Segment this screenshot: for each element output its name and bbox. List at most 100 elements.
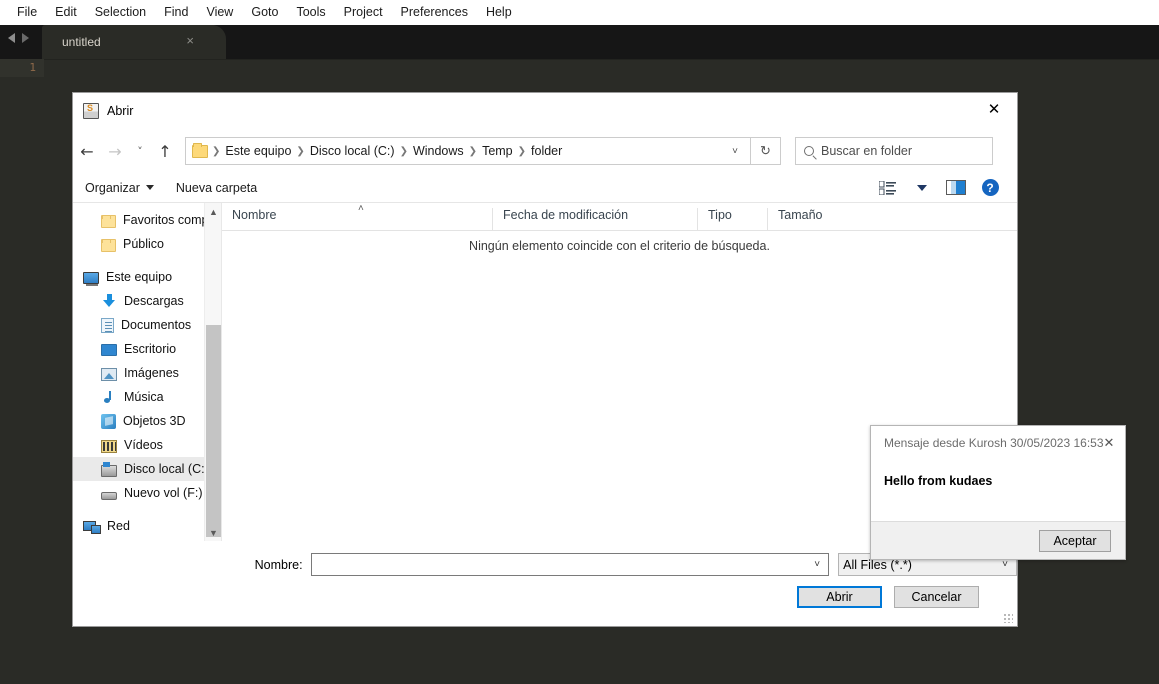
dialog-close-button[interactable]: ✕ <box>971 93 1017 124</box>
sidebar-item-red[interactable]: Red <box>73 514 221 538</box>
navigation-bar: ← → ˅ ↑ ❯ Este equipo ❯ Disco local (C:)… <box>73 129 1017 173</box>
filename-label: Nombre: <box>254 557 303 572</box>
message-popup-title: Mensaje desde Kurosh 30/05/2023 16:53 <box>884 436 1104 450</box>
breadcrumb-separator: ❯ <box>517 145 527 157</box>
open-button[interactable]: Abrir <box>797 586 882 608</box>
menu-item-tools[interactable]: Tools <box>287 0 334 25</box>
sidebar-item-label: Este equipo <box>106 270 173 284</box>
column-header-tamano[interactable]: Tamaño <box>767 208 872 230</box>
view-controls: ? <box>871 176 1017 200</box>
sidebar-item-nuevo-vol[interactable]: Nuevo vol (F:) <box>73 481 221 505</box>
help-button[interactable]: ? <box>973 176 1007 200</box>
column-label: Tipo <box>708 208 732 222</box>
column-label: Fecha de modificación <box>503 208 629 222</box>
new-folder-label: Nueva carpeta <box>175 180 258 195</box>
navigation-pane: Favoritos compa Público Este equipo Desc… <box>73 203 221 541</box>
folder-icon <box>192 142 208 158</box>
breadcrumb-este-equipo[interactable]: Este equipo <box>221 144 295 158</box>
column-label: Nombre <box>232 208 277 222</box>
refresh-button[interactable]: ↻ <box>751 137 781 165</box>
scroll-down-icon[interactable]: ▼ <box>205 524 221 541</box>
menu-item-selection[interactable]: Selection <box>86 0 155 25</box>
downloads-icon <box>101 293 117 309</box>
menu-item-preferences[interactable]: Preferences <box>392 0 477 25</box>
organize-button[interactable]: Organizar <box>85 181 154 195</box>
preview-pane-icon[interactable] <box>939 176 973 200</box>
sidebar-item-label: Vídeos <box>124 438 163 452</box>
line-number: 1 <box>29 61 36 74</box>
sidebar-item-descargas[interactable]: Descargas <box>73 289 221 313</box>
sidebar-item-documentos[interactable]: Documentos <box>73 313 221 337</box>
sidebar-item-videos[interactable]: Vídeos <box>73 433 221 457</box>
sidebar-item-publico[interactable]: Público <box>73 232 221 256</box>
address-bar[interactable]: ❯ Este equipo ❯ Disco local (C:) ❯ Windo… <box>185 137 751 165</box>
menu-item-edit[interactable]: Edit <box>46 0 86 25</box>
editor-top-shadow <box>44 59 1159 60</box>
sidebar-item-objetos-3d[interactable]: Objetos 3D <box>73 409 221 433</box>
chevron-down-icon[interactable]: ˅ <box>998 559 1012 570</box>
list-view-icon[interactable] <box>871 176 905 200</box>
breadcrumb-folder[interactable]: folder <box>527 144 566 158</box>
menu-item-file[interactable]: File <box>8 0 46 25</box>
cancel-button[interactable]: Cancelar <box>894 586 979 608</box>
menu-item-find[interactable]: Find <box>155 0 197 25</box>
chevron-down-icon[interactable]: ˅ <box>724 146 746 157</box>
back-button[interactable]: ← <box>73 137 101 165</box>
network-icon <box>83 520 101 534</box>
sidebar-item-escritorio[interactable]: Escritorio <box>73 337 221 361</box>
tab-bar: untitled × <box>0 25 1159 59</box>
menu-item-view[interactable]: View <box>197 0 242 25</box>
sidebar-item-label: Documentos <box>121 318 192 332</box>
videos-icon <box>101 439 117 453</box>
new-folder-button[interactable]: Nueva carpeta <box>176 181 257 195</box>
column-headers: Nombre ˄ Fecha de modificación Tipo Tama… <box>222 203 1017 230</box>
close-icon[interactable]: ✕ <box>1099 433 1119 453</box>
folder-icon <box>101 214 116 228</box>
sidebar-item-disco-local[interactable]: Disco local (C:) <box>73 457 221 481</box>
menu-item-goto[interactable]: Goto <box>242 0 287 25</box>
column-header-fecha[interactable]: Fecha de modificación <box>492 208 697 230</box>
filename-input[interactable]: ˅ <box>310 553 830 576</box>
app-icon <box>83 103 99 119</box>
accept-button[interactable]: Aceptar <box>1039 529 1111 552</box>
message-popup-header: Mensaje desde Kurosh 30/05/2023 16:53 ✕ <box>871 426 1125 460</box>
sidebar-item-label: Público <box>123 237 164 251</box>
breadcrumb-temp[interactable]: Temp <box>478 144 517 158</box>
menu-item-help[interactable]: Help <box>477 0 521 25</box>
sidebar-item-imagenes[interactable]: Imágenes <box>73 361 221 385</box>
scrollbar-thumb[interactable] <box>206 325 221 537</box>
chevron-down-icon <box>145 185 154 190</box>
resize-grip[interactable] <box>1004 614 1013 623</box>
nav-forward-arrow-icon[interactable] <box>22 33 29 43</box>
objects3d-icon <box>101 414 116 429</box>
sidebar-item-label: Música <box>124 390 164 404</box>
breadcrumb-separator: ❯ <box>296 145 305 157</box>
sidebar-item-label: Favoritos compa <box>123 213 216 227</box>
scroll-up-icon[interactable]: ▲ <box>205 203 221 220</box>
sidebar-scrollbar[interactable]: ▲ ▼ <box>204 203 221 541</box>
sidebar-item-favoritos[interactable]: Favoritos compa <box>73 208 221 232</box>
chevron-down-icon[interactable]: ˅ <box>810 559 824 570</box>
view-dropdown-caret-icon[interactable] <box>905 176 939 200</box>
documents-icon <box>101 318 114 333</box>
nav-back-arrow-icon[interactable] <box>8 33 15 43</box>
close-icon[interactable]: × <box>186 34 194 48</box>
breadcrumb-windows[interactable]: Windows <box>409 144 468 158</box>
breadcrumb-disco-local[interactable]: Disco local (C:) <box>306 144 399 158</box>
command-bar: Organizar Nueva carpeta ? <box>73 173 1017 203</box>
sidebar-item-label: Imágenes <box>124 366 179 380</box>
tab-untitled[interactable]: untitled × <box>42 25 226 59</box>
forward-button[interactable]: → <box>101 137 129 165</box>
search-box[interactable]: Buscar en folder <box>795 137 993 165</box>
sidebar-item-musica[interactable]: Música <box>73 385 221 409</box>
up-button[interactable]: ↑ <box>151 137 179 165</box>
sidebar-item-este-equipo[interactable]: Este equipo <box>73 265 221 289</box>
column-header-nombre[interactable]: Nombre ˄ <box>222 203 492 230</box>
column-header-tipo[interactable]: Tipo <box>697 208 767 230</box>
menu-item-project[interactable]: Project <box>335 0 392 25</box>
menu-bar: File Edit Selection Find View Goto Tools… <box>0 0 1159 25</box>
recent-locations-button[interactable]: ˅ <box>129 137 151 165</box>
computer-icon <box>83 272 99 286</box>
column-label: Tamaño <box>778 208 823 222</box>
